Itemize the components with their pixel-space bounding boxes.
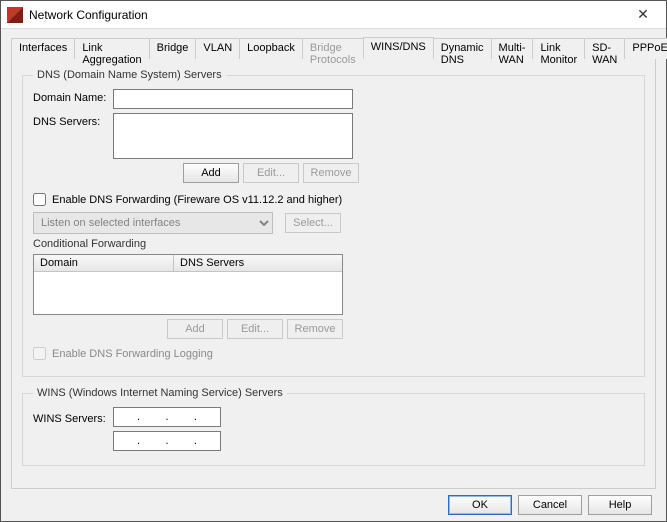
cond-edit-button: Edit... [227, 319, 283, 339]
dns-group: DNS (Domain Name System) Servers Domain … [22, 69, 645, 377]
tab-link-monitor[interactable]: Link Monitor [532, 38, 585, 59]
enable-dns-logging-label: Enable DNS Forwarding Logging [52, 348, 213, 360]
wins-servers-label: WINS Servers: [33, 410, 113, 425]
wins-server-1-input[interactable]: ... [113, 407, 221, 427]
tab-bridge[interactable]: Bridge [149, 38, 197, 59]
titlebar: Network Configuration ✕ [1, 1, 666, 29]
listen-interfaces-select: Listen on selected interfaces [33, 212, 273, 234]
ok-button[interactable]: OK [448, 495, 512, 515]
wins-group: WINS (Windows Internet Naming Service) S… [22, 387, 645, 466]
dns-servers-label: DNS Servers: [33, 113, 113, 128]
tab-bridge-protocols: Bridge Protocols [302, 38, 364, 59]
tab-link-aggregation[interactable]: Link Aggregation [74, 38, 149, 59]
conditional-forwarding-label: Conditional Forwarding [33, 238, 634, 250]
cond-add-button: Add [167, 319, 223, 339]
tab-strip: Interfaces Link Aggregation Bridge VLAN … [11, 37, 656, 59]
tab-panel-wins-dns: DNS (Domain Name System) Servers Domain … [11, 59, 656, 489]
dns-edit-button: Edit... [243, 163, 299, 183]
conditional-forwarding-table: Domain DNS Servers [33, 254, 343, 315]
tab-dynamic-dns[interactable]: Dynamic DNS [433, 38, 492, 59]
app-icon [7, 7, 23, 23]
cond-remove-button: Remove [287, 319, 343, 339]
dns-add-button[interactable]: Add [183, 163, 239, 183]
window-title: Network Configuration [29, 8, 626, 22]
domain-name-input[interactable] [113, 89, 353, 109]
tab-loopback[interactable]: Loopback [239, 38, 303, 59]
enable-dns-forwarding-label: Enable DNS Forwarding (Fireware OS v11.1… [52, 194, 342, 206]
col-dns-servers[interactable]: DNS Servers [174, 255, 342, 272]
dns-legend: DNS (Domain Name System) Servers [33, 69, 226, 81]
dns-servers-list[interactable] [113, 113, 353, 159]
tab-multi-wan[interactable]: Multi-WAN [491, 38, 534, 59]
enable-dns-logging-checkbox [33, 347, 46, 360]
tab-interfaces[interactable]: Interfaces [11, 38, 75, 59]
dialog-footer: OK Cancel Help [11, 489, 656, 515]
help-button[interactable]: Help [588, 495, 652, 515]
tab-wins-dns[interactable]: WINS/DNS [363, 37, 434, 59]
content-area: Interfaces Link Aggregation Bridge VLAN … [1, 29, 666, 521]
select-interfaces-button: Select... [285, 213, 341, 233]
enable-dns-forwarding-checkbox[interactable] [33, 193, 46, 206]
cancel-button[interactable]: Cancel [518, 495, 582, 515]
close-button[interactable]: ✕ [626, 4, 660, 26]
col-domain[interactable]: Domain [34, 255, 174, 272]
tab-vlan[interactable]: VLAN [195, 38, 240, 59]
wins-legend: WINS (Windows Internet Naming Service) S… [33, 387, 287, 399]
conditional-forwarding-rows [34, 272, 342, 314]
tab-sd-wan[interactable]: SD-WAN [584, 38, 625, 59]
dns-remove-button: Remove [303, 163, 359, 183]
wins-server-2-input[interactable]: ... [113, 431, 221, 451]
tab-pppoe[interactable]: PPPoE [624, 38, 667, 59]
domain-name-label: Domain Name: [33, 89, 113, 104]
